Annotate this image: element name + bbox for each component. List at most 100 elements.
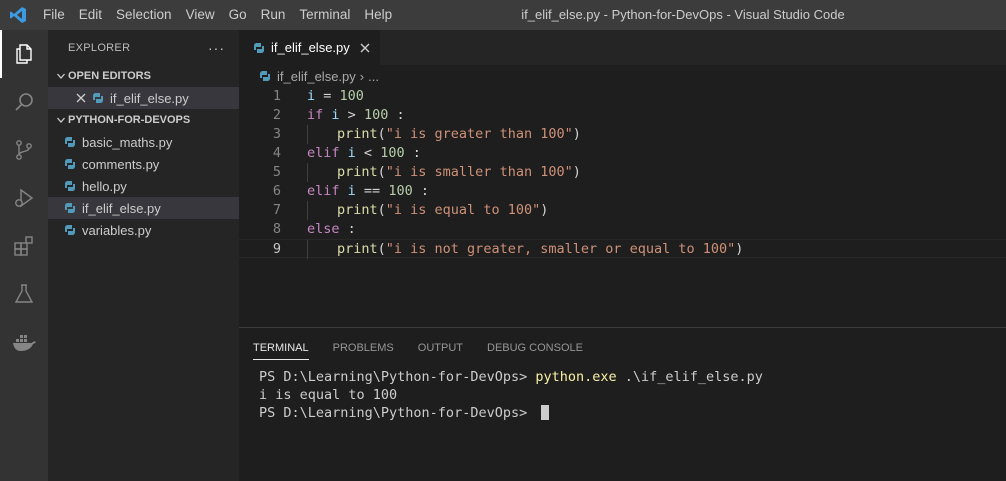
search-icon[interactable]	[0, 78, 48, 126]
folder-label: PYTHON-FOR-DEVOPS	[68, 114, 191, 126]
code-line: 8 else :	[239, 220, 1006, 239]
terminal-args: .\if_elif_else.py	[616, 369, 763, 385]
code-line-content: elif i == 100 :	[281, 182, 429, 201]
code-token: =	[315, 88, 340, 104]
testing-icon[interactable]	[0, 270, 48, 318]
source-control-icon[interactable]	[0, 126, 48, 174]
run-debug-icon[interactable]	[0, 174, 48, 222]
file-item[interactable]: basic_maths.py	[48, 131, 239, 153]
code-token: i	[347, 145, 356, 161]
code-token: print	[337, 126, 378, 142]
line-number: 8	[272, 221, 281, 237]
code-editor[interactable]: 1 i = 100 2 if i > 100 : 3 print("i is g…	[239, 87, 1006, 259]
code-token: i	[307, 88, 316, 104]
folder-section[interactable]: PYTHON-FOR-DEVOPS	[48, 109, 239, 131]
line-number: 4	[272, 145, 281, 161]
code-token: :	[388, 107, 405, 123]
code-line-content: print("i is smaller than 100")	[281, 163, 581, 182]
file-item[interactable]: hello.py	[48, 175, 239, 197]
terminal-prompt: PS D:\Learning\Python-for-DevOps>	[259, 369, 536, 385]
code-line: 4 elif i < 100 :	[239, 144, 1006, 163]
line-number: 7	[272, 202, 281, 218]
panel-tabs: TERMINAL PROBLEMS OUTPUT DEBUG CONSOLE	[239, 328, 1006, 368]
explorer-header: EXPLORER ···	[48, 30, 239, 65]
code-line-content: elif i < 100 :	[281, 144, 421, 163]
open-editors-section[interactable]: OPEN EDITORS	[48, 65, 239, 87]
code-line: 6 elif i == 100 :	[239, 182, 1006, 201]
code-line: 3 print("i is greater than 100")	[239, 125, 1006, 144]
explorer-icon[interactable]	[0, 30, 48, 78]
breadcrumb-rest[interactable]: ...	[368, 69, 379, 84]
tab-terminal[interactable]: TERMINAL	[253, 334, 309, 362]
menu-file[interactable]: File	[36, 0, 72, 30]
menu-help[interactable]: Help	[357, 0, 399, 30]
tab-if-elif-else[interactable]: if_elif_else.py	[239, 30, 380, 65]
code-token: :	[412, 183, 429, 199]
extensions-icon[interactable]	[0, 222, 48, 270]
terminal-cursor	[541, 405, 550, 420]
python-file-icon	[64, 180, 76, 192]
code-token: :	[404, 145, 421, 161]
line-number: 6	[272, 183, 281, 199]
docker-icon[interactable]	[0, 318, 48, 366]
code-line-current: 9 print("i is not greater, smaller or eq…	[239, 239, 1006, 259]
explorer-sidebar: EXPLORER ··· OPEN EDITORS if_elif_else.p…	[48, 30, 239, 481]
open-editors-label: OPEN EDITORS	[68, 70, 151, 82]
line-number: 9	[272, 241, 281, 257]
code-line-content: i = 100	[281, 87, 364, 106]
breadcrumb: if_elif_else.py › ...	[239, 65, 1006, 87]
code-line: 7 print("i is equal to 100")	[239, 201, 1006, 220]
open-editor-item[interactable]: if_elif_else.py	[48, 87, 239, 109]
code-token: if	[307, 107, 324, 123]
more-actions-icon[interactable]: ···	[208, 40, 225, 56]
code-token: >	[339, 107, 364, 123]
menu-edit[interactable]: Edit	[72, 0, 109, 30]
indent-guide	[307, 240, 337, 259]
line-number: 1	[272, 88, 281, 104]
vscode-logo-icon	[0, 0, 36, 30]
tab-problems[interactable]: PROBLEMS	[333, 334, 394, 362]
menu-view[interactable]: View	[179, 0, 222, 30]
open-editor-label: if_elif_else.py	[110, 90, 189, 106]
python-file-icon	[64, 158, 76, 170]
close-icon[interactable]	[74, 93, 88, 103]
menu-terminal[interactable]: Terminal	[292, 0, 357, 30]
code-token: )	[572, 126, 581, 142]
activity-bar	[0, 30, 48, 481]
code-token: i	[347, 183, 356, 199]
code-token: )	[572, 164, 581, 180]
file-label: if_elif_else.py	[82, 200, 161, 216]
code-line: 2 if i > 100 :	[239, 106, 1006, 125]
code-token: 100	[339, 88, 364, 104]
menu-selection[interactable]: Selection	[109, 0, 179, 30]
python-file-icon	[259, 70, 271, 82]
tab-output[interactable]: OUTPUT	[418, 334, 463, 362]
code-token: print	[337, 202, 378, 218]
close-icon[interactable]	[360, 40, 370, 56]
file-label: hello.py	[82, 178, 127, 194]
editor-tabs: if_elif_else.py	[239, 30, 1006, 65]
code-token: print	[337, 164, 378, 180]
code-token: "i is greater than 100"	[385, 126, 573, 142]
indent-guide	[307, 163, 337, 182]
python-file-icon	[64, 224, 76, 236]
breadcrumb-separator-icon: ›	[359, 68, 365, 84]
file-label: basic_maths.py	[82, 134, 173, 150]
breadcrumb-file[interactable]: if_elif_else.py	[277, 69, 356, 84]
code-token: )	[540, 202, 549, 218]
terminal-line: PS D:\Learning\Python-for-DevOps> python…	[259, 368, 1006, 386]
line-number: 3	[272, 126, 281, 142]
terminal[interactable]: PS D:\Learning\Python-for-DevOps> python…	[239, 368, 1006, 422]
python-file-icon	[253, 42, 265, 54]
code-token: (	[377, 126, 386, 142]
menu-run[interactable]: Run	[254, 0, 293, 30]
code-token: elif	[307, 183, 340, 199]
tab-debug-console[interactable]: DEBUG CONSOLE	[487, 334, 583, 362]
file-item[interactable]: variables.py	[48, 219, 239, 241]
file-item-active[interactable]: if_elif_else.py	[48, 197, 239, 219]
file-label: variables.py	[82, 222, 152, 238]
explorer-title: EXPLORER	[68, 41, 131, 54]
menu-go[interactable]: Go	[222, 0, 254, 30]
code-token: <	[355, 145, 381, 161]
file-item[interactable]: comments.py	[48, 153, 239, 175]
